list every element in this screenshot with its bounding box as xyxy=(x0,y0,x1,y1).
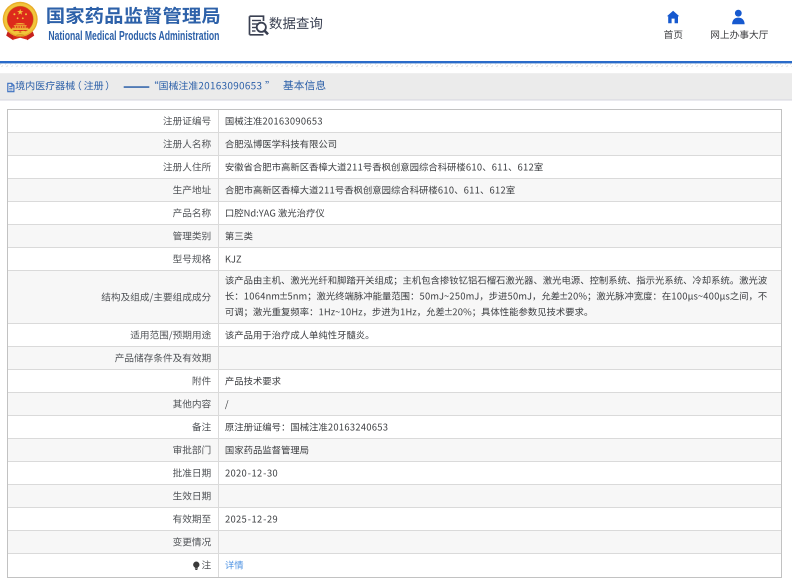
svg-text:National Medical Products Admi: National Medical Products Administration xyxy=(48,28,219,43)
